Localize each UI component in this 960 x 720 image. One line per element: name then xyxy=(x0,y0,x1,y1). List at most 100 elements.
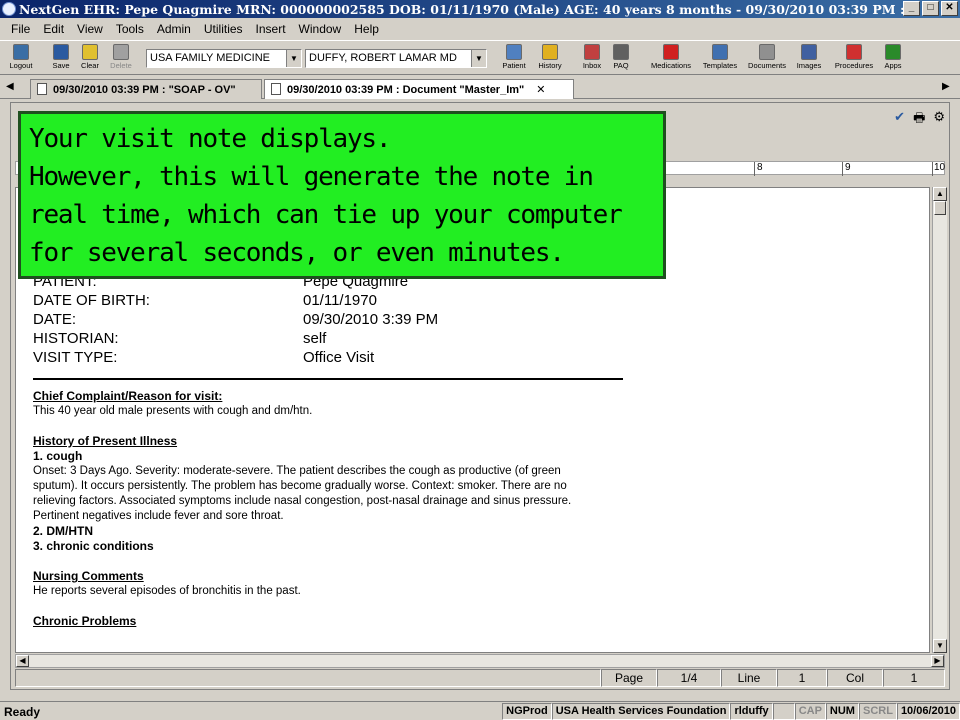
scroll-thumb[interactable] xyxy=(934,201,946,215)
menu-view[interactable]: View xyxy=(72,22,111,36)
templates-button[interactable]: Templates xyxy=(699,43,741,75)
menu-utilities[interactable]: Utilities xyxy=(199,22,251,36)
paq-icon xyxy=(613,44,629,60)
tab-scroll-right-icon[interactable]: ▶ xyxy=(942,81,950,92)
minimize-button[interactable]: _ xyxy=(903,1,920,16)
status-database: NGProd xyxy=(502,703,552,720)
window-title: NextGen EHR: Pepe Quagmire MRN: 00000000… xyxy=(19,1,914,17)
tab-scroll-left-icon[interactable]: ◀ xyxy=(6,81,14,92)
line-label: Line xyxy=(721,669,777,687)
scroll-down-icon[interactable]: ▼ xyxy=(933,639,947,653)
medications-label: Medications xyxy=(650,61,692,70)
chevron-down-icon[interactable]: ▼ xyxy=(471,50,486,67)
apps-icon xyxy=(885,44,901,60)
hpi-item-cough: 1. cough xyxy=(33,449,83,463)
app-icon xyxy=(2,2,16,16)
menu-file[interactable]: File xyxy=(6,22,38,36)
status-blank xyxy=(772,703,795,720)
documents-button[interactable]: Documents xyxy=(746,43,788,75)
header-value: self xyxy=(303,330,327,347)
check-icon[interactable]: ✔ xyxy=(894,109,905,131)
logout-button[interactable]: Logout xyxy=(4,43,38,75)
status-user: rlduffy xyxy=(730,703,773,720)
ruler-mark-8: 8 xyxy=(757,162,763,173)
chevron-down-icon[interactable]: ▼ xyxy=(286,50,301,67)
horizontal-scrollbar[interactable]: ◀ ▶ xyxy=(15,654,945,668)
delete-button[interactable]: Delete xyxy=(104,43,138,75)
header-value: Office Visit xyxy=(303,349,375,366)
history-label: History xyxy=(538,61,562,70)
procedures-label: Procedures xyxy=(834,61,874,70)
menu-admin[interactable]: Admin xyxy=(152,22,199,36)
menu-tools[interactable]: Tools xyxy=(111,22,152,36)
nursing-comments-heading: Nursing Comments xyxy=(33,569,144,583)
history-icon xyxy=(542,44,558,60)
images-button[interactable]: Images xyxy=(792,43,826,75)
practice-value: USA FAMILY MEDICINE xyxy=(150,52,271,64)
close-button[interactable]: ✕ xyxy=(941,1,958,16)
header-row-historian: HISTORIAN: self xyxy=(33,329,913,348)
status-num: NUM xyxy=(825,703,859,720)
hpi-item-cough-text: Onset: 3 Days Ago. Severity: moderate-se… xyxy=(33,465,572,522)
header-label: DATE OF BIRTH: xyxy=(33,292,150,309)
document-tabs: ◀ 09/30/2010 03:39 PM : "SOAP - OV" 09/3… xyxy=(0,77,960,99)
procedures-button[interactable]: Procedures xyxy=(832,43,876,75)
page-value: 1/4 xyxy=(657,669,721,687)
close-tab-icon[interactable]: ✕ xyxy=(536,84,545,96)
properties-icon[interactable]: ⚙ xyxy=(933,109,945,131)
paq-button[interactable]: PAQ xyxy=(604,43,638,75)
delete-label: Delete xyxy=(110,61,132,70)
status-date: 10/06/2010 xyxy=(896,703,960,720)
ruler-mark-9: 9 xyxy=(845,162,851,173)
header-label: HISTORIAN: xyxy=(33,330,119,347)
apps-button[interactable]: Apps xyxy=(876,43,910,75)
scroll-right-icon[interactable]: ▶ xyxy=(931,655,944,667)
provider-value: DUFFY, ROBERT LAMAR MD xyxy=(309,52,457,64)
main-toolbar: Logout Save Clear Delete USA FAMILY MEDI… xyxy=(0,40,960,75)
instruction-callout: Your visit note displays. However, this … xyxy=(18,111,666,279)
medications-button[interactable]: Medications xyxy=(648,43,694,75)
hpi-heading: History of Present Illness xyxy=(33,434,178,448)
col-label: Col xyxy=(827,669,883,687)
header-divider xyxy=(33,378,623,380)
menu-insert[interactable]: Insert xyxy=(251,22,294,36)
templates-label: Templates xyxy=(702,61,738,70)
title-bar: NextGen EHR: Pepe Quagmire MRN: 00000000… xyxy=(0,0,960,18)
vertical-scrollbar[interactable]: ▲ ▼ xyxy=(932,187,947,653)
clear-button[interactable]: Clear xyxy=(73,43,107,75)
patient-button[interactable]: Patient xyxy=(497,43,531,75)
documents-label: Documents xyxy=(748,61,786,70)
hpi-item-dm-htn: 2. DM/HTN xyxy=(33,524,93,538)
practice-select[interactable]: USA FAMILY MEDICINE ▼ xyxy=(146,49,302,68)
tab-master-im-label: 09/30/2010 03:39 PM : Document "Master_I… xyxy=(287,84,525,96)
callout-line: Your visit note displays. xyxy=(29,124,392,154)
callout-line: for several seconds, or even minutes. xyxy=(29,238,565,268)
document-icon xyxy=(271,83,281,95)
callout-line: However, this will generate the note in xyxy=(29,162,594,192)
nursing-comments-text: He reports several episodes of bronchiti… xyxy=(33,585,301,597)
tab-master-im[interactable]: 09/30/2010 03:39 PM : Document "Master_I… xyxy=(264,79,574,99)
scroll-up-icon[interactable]: ▲ xyxy=(933,187,947,201)
chief-complaint-text: This 40 year old male presents with coug… xyxy=(33,405,313,417)
maximize-button[interactable]: □ xyxy=(922,1,939,16)
provider-select[interactable]: DUFFY, ROBERT LAMAR MD ▼ xyxy=(305,49,487,68)
patient-label: Patient xyxy=(502,61,526,70)
save-icon xyxy=(53,44,69,60)
paq-label: PAQ xyxy=(613,61,629,70)
menu-edit[interactable]: Edit xyxy=(38,22,72,36)
menu-help[interactable]: Help xyxy=(349,22,387,36)
history-button[interactable]: History xyxy=(533,43,567,75)
window-controls: _ □ ✕ xyxy=(903,1,958,16)
ruler-tick xyxy=(754,162,755,176)
header-label: VISIT TYPE: xyxy=(33,349,118,366)
scroll-left-icon[interactable]: ◀ xyxy=(16,655,29,667)
documents-icon xyxy=(759,44,775,60)
ruler-tick xyxy=(842,162,843,176)
medications-icon xyxy=(663,44,679,60)
menu-window[interactable]: Window xyxy=(294,22,350,36)
print-icon[interactable]: 🖶 xyxy=(913,109,925,131)
tab-soap-ov[interactable]: 09/30/2010 03:39 PM : "SOAP - OV" xyxy=(30,79,262,99)
delete-icon xyxy=(113,44,129,60)
status-ready: Ready xyxy=(4,705,41,719)
header-value: 09/30/2010 3:39 PM xyxy=(303,311,439,328)
